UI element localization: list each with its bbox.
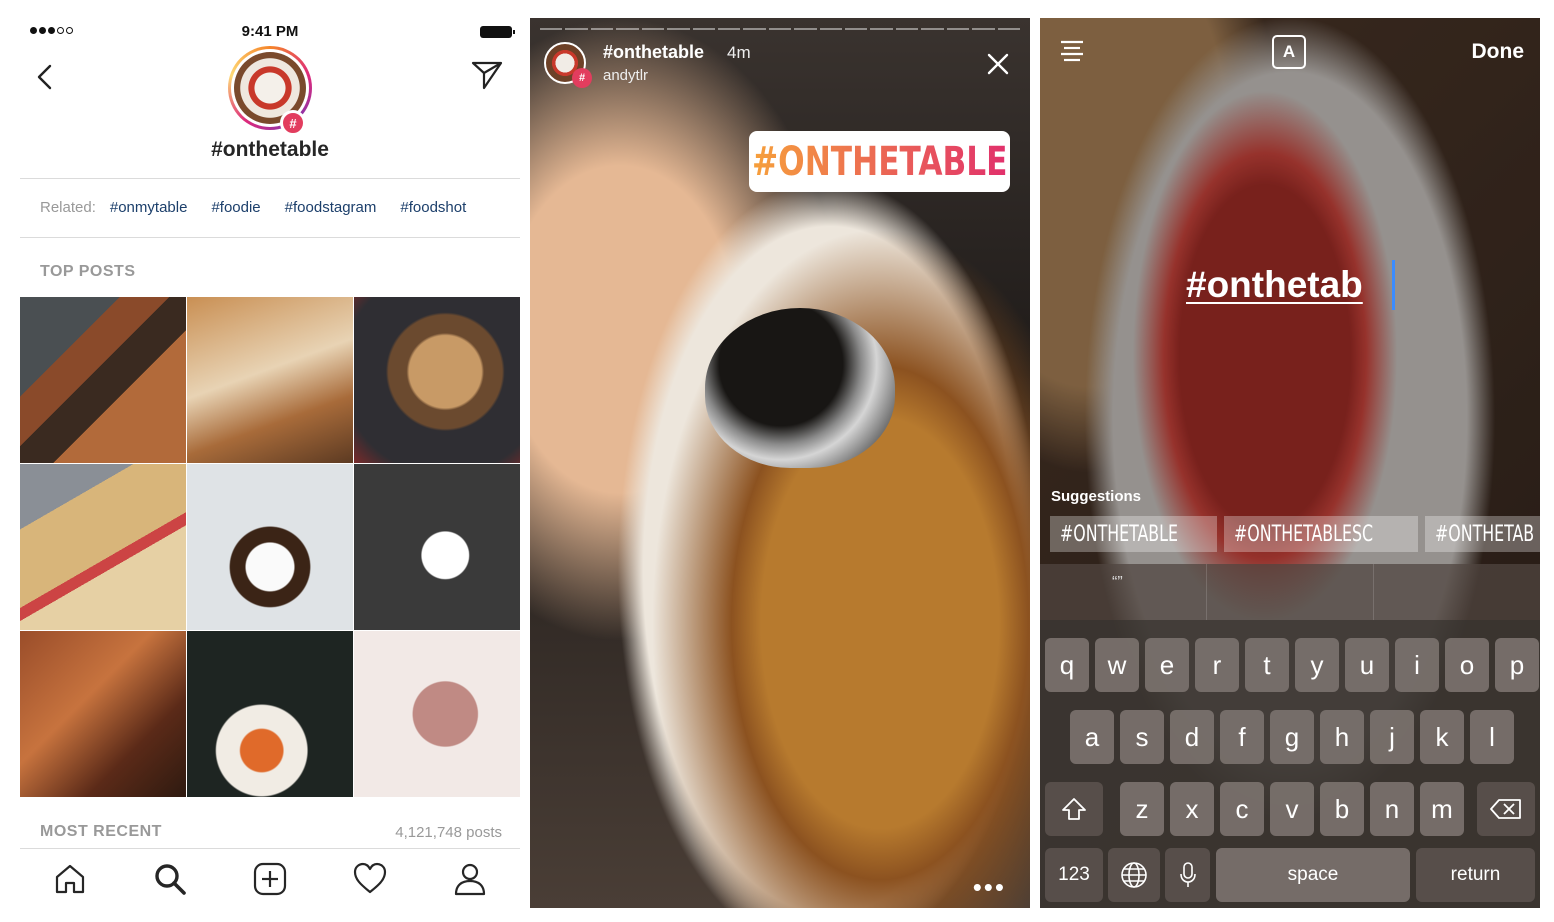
key-g[interactable]: g bbox=[1270, 710, 1314, 764]
add-icon[interactable] bbox=[252, 861, 288, 897]
story-time: 4m bbox=[727, 43, 751, 62]
keyboard: 123 space return qwertyuiop asdfghjkl zxcv… bbox=[1040, 620, 1540, 908]
key-r[interactable]: r bbox=[1195, 638, 1239, 692]
story-username[interactable]: andytlr bbox=[603, 67, 648, 84]
related-tag-foodie[interactable]: #foodie bbox=[211, 199, 260, 216]
suggestion-chip[interactable]: #ONTHETAB bbox=[1425, 516, 1540, 552]
numbers-key[interactable]: 123 bbox=[1045, 848, 1103, 902]
related-label: Related: bbox=[40, 199, 96, 216]
prediction-cell[interactable]: “” bbox=[1040, 564, 1207, 620]
key-u[interactable]: u bbox=[1345, 638, 1389, 692]
key-a[interactable]: a bbox=[1070, 710, 1114, 764]
shift-icon bbox=[1062, 798, 1086, 820]
heart-icon[interactable] bbox=[352, 861, 388, 897]
microphone-icon bbox=[1179, 862, 1196, 887]
hashtag-badge: # bbox=[572, 68, 592, 88]
key-n[interactable]: n bbox=[1370, 782, 1414, 836]
profile-icon[interactable] bbox=[452, 861, 488, 897]
globe-key[interactable] bbox=[1108, 848, 1160, 902]
sticker-text: #ONTHETABLE bbox=[751, 138, 1008, 185]
key-l[interactable]: l bbox=[1470, 710, 1514, 764]
key-c[interactable]: c bbox=[1220, 782, 1264, 836]
status-time: 9:41 PM bbox=[241, 23, 299, 40]
suggestion-chip[interactable]: #ONTHETABLE bbox=[1050, 516, 1218, 552]
divider bbox=[20, 237, 520, 238]
key-s[interactable]: s bbox=[1120, 710, 1164, 764]
search-icon[interactable] bbox=[152, 861, 188, 897]
prediction-cell[interactable] bbox=[1207, 564, 1374, 620]
direct-send-icon[interactable] bbox=[470, 58, 504, 92]
key-e[interactable]: e bbox=[1145, 638, 1189, 692]
key-v[interactable]: v bbox=[1270, 782, 1314, 836]
post-thumbnail[interactable] bbox=[354, 464, 520, 630]
key-w[interactable]: w bbox=[1095, 638, 1139, 692]
prediction-cell[interactable] bbox=[1374, 564, 1540, 620]
suggestion-chip[interactable]: #ONTHETABLESC bbox=[1224, 516, 1419, 552]
key-x[interactable]: x bbox=[1170, 782, 1214, 836]
related-tag-onmytable[interactable]: #onmytable bbox=[110, 199, 188, 216]
suggestions-row: #ONTHETABLE #ONTHETABLESC #ONTHETAB # bbox=[1050, 516, 1540, 552]
key-t[interactable]: t bbox=[1245, 638, 1289, 692]
top-posts-heading: TOP POSTS bbox=[40, 263, 136, 280]
font-style-button[interactable]: A bbox=[1272, 35, 1306, 69]
hashtag-sticker[interactable]: #ONTHETABLE bbox=[749, 131, 1010, 192]
key-k[interactable]: k bbox=[1420, 710, 1464, 764]
suggestions-label: Suggestions bbox=[1051, 488, 1142, 505]
key-j[interactable]: j bbox=[1370, 710, 1414, 764]
shift-key[interactable] bbox=[1045, 782, 1103, 836]
divider bbox=[20, 178, 520, 179]
text-align-icon[interactable] bbox=[1060, 40, 1084, 62]
dictation-key[interactable] bbox=[1165, 848, 1210, 902]
home-icon[interactable] bbox=[52, 861, 88, 897]
globe-icon bbox=[1121, 862, 1147, 888]
post-count: 4,121,748 posts bbox=[395, 824, 502, 841]
key-f[interactable]: f bbox=[1220, 710, 1264, 764]
done-button[interactable]: Done bbox=[1472, 40, 1525, 64]
most-recent-heading: MOST RECENT bbox=[40, 823, 162, 840]
story-viewer-panel[interactable]: # #onthetable 4m andytlr #ONTHETABLE ••• bbox=[530, 18, 1030, 908]
key-i[interactable]: i bbox=[1395, 638, 1439, 692]
back-arrow-icon[interactable] bbox=[34, 62, 56, 92]
post-thumbnail[interactable] bbox=[354, 631, 520, 797]
key-m[interactable]: m bbox=[1420, 782, 1464, 836]
syrup-pitcher-image bbox=[705, 308, 895, 468]
key-p[interactable]: p bbox=[1495, 638, 1539, 692]
post-thumbnail[interactable] bbox=[20, 631, 186, 797]
close-icon[interactable] bbox=[986, 52, 1010, 76]
story-hashtag[interactable]: #onthetable bbox=[603, 42, 704, 63]
backspace-icon bbox=[1490, 799, 1521, 819]
text-input[interactable]: #onthetab bbox=[1186, 264, 1363, 306]
key-q[interactable]: q bbox=[1045, 638, 1089, 692]
key-z[interactable]: z bbox=[1120, 782, 1164, 836]
related-tag-foodstagram[interactable]: #foodstagram bbox=[285, 199, 377, 216]
more-options-icon[interactable]: ••• bbox=[973, 872, 1006, 903]
return-key[interactable]: return bbox=[1416, 848, 1535, 902]
key-h[interactable]: h bbox=[1320, 710, 1364, 764]
key-b[interactable]: b bbox=[1320, 782, 1364, 836]
key-o[interactable]: o bbox=[1445, 638, 1489, 692]
post-thumbnail[interactable] bbox=[187, 631, 353, 797]
story-progress-bar bbox=[540, 28, 1021, 30]
battery-icon bbox=[480, 26, 515, 38]
status-bar: 9:41 PM bbox=[20, 18, 520, 46]
related-tag-foodshot[interactable]: #foodshot bbox=[400, 199, 466, 216]
page-title: #onthetable bbox=[211, 138, 329, 161]
space-key[interactable]: space bbox=[1216, 848, 1410, 902]
story-editor-panel: A Done #onthetab Suggestions #ONTHETABLE… bbox=[1040, 18, 1540, 908]
delete-key[interactable] bbox=[1477, 782, 1535, 836]
key-d[interactable]: d bbox=[1170, 710, 1214, 764]
top-posts-grid bbox=[20, 297, 520, 797]
text-cursor bbox=[1392, 260, 1395, 310]
post-thumbnail[interactable] bbox=[20, 464, 186, 630]
post-thumbnail[interactable] bbox=[187, 297, 353, 463]
hashtag-page-panel: 9:41 PM # #onthetable Related: #onmytabl… bbox=[20, 18, 520, 908]
hashtag-badge: # bbox=[280, 110, 306, 136]
post-thumbnail[interactable] bbox=[187, 464, 353, 630]
related-tags: Related: #onmytable #foodie #foodstagram… bbox=[40, 199, 490, 216]
key-y[interactable]: y bbox=[1295, 638, 1339, 692]
post-thumbnail[interactable] bbox=[20, 297, 186, 463]
post-thumbnail[interactable] bbox=[354, 297, 520, 463]
predictive-text-bar: “” bbox=[1040, 564, 1540, 620]
bottom-tab-bar bbox=[20, 848, 520, 908]
